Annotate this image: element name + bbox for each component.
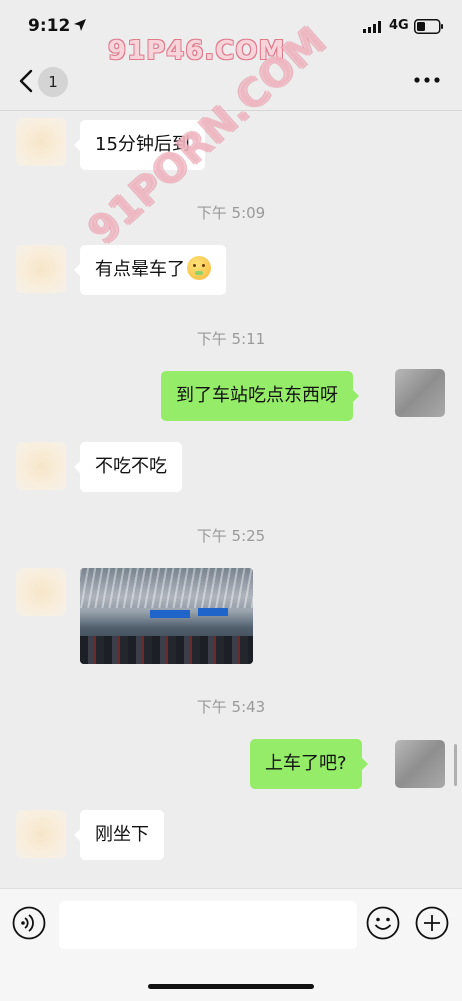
scrollbar[interactable]	[454, 744, 457, 786]
timestamp: 下午 5:11	[196, 330, 266, 348]
nauseated-face-icon	[187, 256, 211, 280]
message-bubble-left[interactable]: 刚坐下	[74, 810, 164, 860]
message-bubble-left[interactable]: 有点晕车了	[74, 245, 226, 295]
more-dots-icon[interactable]	[414, 74, 440, 86]
home-indicator[interactable]	[148, 984, 314, 989]
network-type: 4G	[389, 18, 409, 33]
plus-icon[interactable]	[415, 906, 449, 940]
message-text: 刚坐下	[95, 824, 149, 845]
avatar-self[interactable]	[395, 740, 445, 788]
signal-icon	[363, 21, 381, 33]
location-arrow-icon	[74, 19, 86, 31]
message-text: 到了车站吃点东西呀	[176, 385, 338, 406]
avatar[interactable]	[16, 442, 66, 490]
message-text: 有点晕车了	[95, 259, 185, 280]
voice-icon[interactable]	[12, 906, 46, 940]
chevron-left-icon[interactable]	[16, 68, 36, 94]
timestamp: 下午 5:25	[196, 527, 266, 545]
avatar[interactable]	[16, 118, 66, 166]
image-message[interactable]	[80, 568, 253, 664]
message-bubble-right[interactable]: 上车了吧?	[250, 739, 368, 789]
status-time: 9:12	[28, 16, 71, 36]
avatar-self[interactable]	[395, 369, 445, 417]
avatar[interactable]	[16, 568, 66, 616]
message-bubble-left[interactable]: 不吃不吃	[74, 442, 182, 492]
message-text: 不吃不吃	[95, 456, 167, 477]
avatar[interactable]	[16, 245, 66, 293]
emoji-icon[interactable]	[366, 906, 400, 940]
message-input[interactable]	[59, 901, 357, 949]
timestamp: 下午 5:43	[196, 698, 266, 716]
avatar[interactable]	[16, 810, 66, 858]
photo-sign	[150, 610, 190, 618]
photo-roof	[80, 568, 253, 608]
photo-sign	[198, 608, 228, 616]
message-text: 上车了吧?	[265, 753, 347, 774]
battery-icon	[414, 19, 443, 34]
timestamp: 下午 5:09	[196, 204, 266, 222]
photo-crowd	[80, 636, 253, 664]
unread-badge[interactable]: 1	[38, 67, 68, 97]
message-bubble-right[interactable]: 到了车站吃点东西呀	[161, 371, 359, 421]
